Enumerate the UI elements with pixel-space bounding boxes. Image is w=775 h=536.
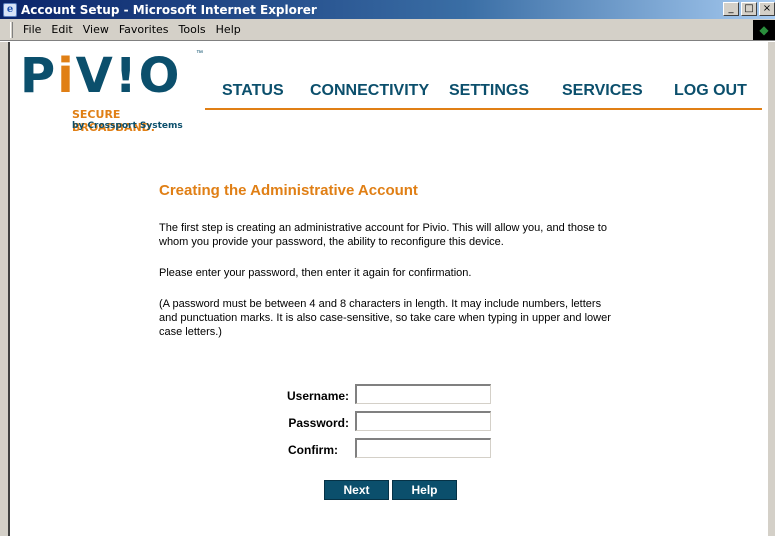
logo-letters-vio: V!O [75,48,182,104]
menubar: File Edit View Favorites Tools Help ◆ [0,19,775,41]
close-button[interactable]: × [759,2,775,16]
nav-services[interactable]: SERVICES [562,82,643,100]
window-left-edge [0,42,8,536]
windows-logo-icon: ◆ [753,20,775,40]
logo-wordmark: PiV!O [20,48,181,104]
top-navigation: STATUS CONNECTIVITY SETTINGS SERVICES LO… [205,80,762,110]
toolbar-grip[interactable] [10,21,13,38]
menu-favorites[interactable]: Favorites [119,23,169,36]
window-titlebar: e Account Setup - Microsoft Internet Exp… [0,0,775,19]
menu-edit[interactable]: Edit [51,23,72,36]
instruction-paragraph: Please enter your password, then enter i… [159,267,472,279]
intro-paragraph: The first step is creating an administra… [159,222,607,248]
logo-trademark: ™ [196,50,203,57]
confirm-label: Confirm: [288,443,338,457]
next-button[interactable]: Next [324,480,389,500]
logo-byline: by Crossport Systems [72,121,183,131]
minimize-button[interactable]: _ [723,2,739,16]
nav-connectivity[interactable]: CONNECTIVITY [310,82,429,100]
maximize-button[interactable]: □ [741,2,757,16]
username-label: Username: [287,389,350,403]
vertical-scrollbar[interactable] [767,42,775,536]
menu-view[interactable]: View [83,23,109,36]
password-input[interactable] [355,411,491,431]
logo-letter-p: P [20,48,58,104]
pivio-logo[interactable]: PiV!O ™ SECURE BROADBAND. by Crossport S… [20,48,203,148]
help-button[interactable]: Help [392,480,457,500]
window-title: Account Setup - Microsoft Internet Explo… [21,2,317,17]
logo-letter-i: i [57,48,76,104]
ie-icon: e [3,2,17,17]
menu-tools[interactable]: Tools [179,23,206,36]
menu-file[interactable]: File [23,23,41,36]
username-input[interactable] [355,384,491,404]
window-controls: _ □ × [721,2,775,16]
password-label: Password: [288,416,349,430]
menu-help[interactable]: Help [216,23,241,36]
password-rules-paragraph: (A password must be between 4 and 8 char… [159,298,611,338]
page-title: Creating the Administrative Account [159,182,418,199]
nav-log-out[interactable]: LOG OUT [674,82,747,100]
confirm-password-input[interactable] [355,438,491,458]
nav-settings[interactable]: SETTINGS [449,82,529,100]
nav-status[interactable]: STATUS [222,82,284,100]
